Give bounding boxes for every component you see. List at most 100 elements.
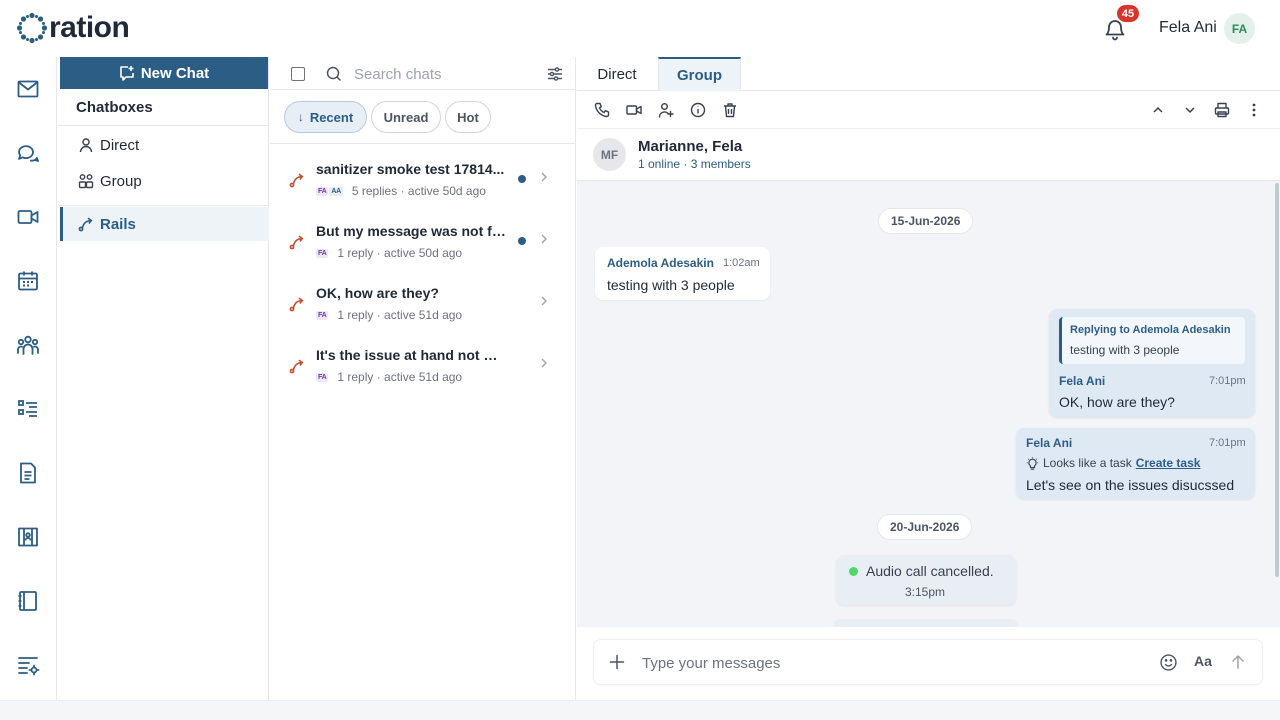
plus-icon[interactable]	[609, 654, 625, 670]
team-icon[interactable]	[16, 333, 40, 357]
format-text-button[interactable]: Aa	[1194, 653, 1212, 669]
create-task-link[interactable]: Create task	[1136, 456, 1201, 470]
thread-title: OK, how are they?	[316, 285, 439, 301]
notification-badge: 45	[1117, 5, 1139, 22]
message-bubble[interactable]: Ademola Adesakin 1:02am testing with 3 p…	[595, 247, 770, 300]
user-avatar[interactable]: FA	[1224, 13, 1255, 44]
thread-meta: FA AA 5 replies · active 50d ago	[316, 184, 486, 198]
bottom-strip	[0, 700, 1280, 720]
rail-icon	[78, 217, 93, 232]
select-all-checkbox[interactable]	[291, 67, 305, 81]
chatbox-item-rails[interactable]: Rails	[60, 207, 269, 241]
search-icon	[326, 66, 342, 82]
message-bubble[interactable]: Fela Ani 7:01pm Looks like a task Create…	[1016, 428, 1255, 499]
message-input[interactable]	[642, 652, 1142, 674]
reply-text: testing with 3 people	[1070, 343, 1180, 357]
thread-meta-text: 1 reply · active 50d ago	[337, 246, 463, 260]
video-icon[interactable]	[16, 205, 40, 229]
date-separator: 20-Jun-2026	[877, 514, 973, 540]
video-icon[interactable]	[626, 102, 642, 118]
thread-meta-text: 1 reply · active 51d ago	[337, 370, 463, 384]
tab-group[interactable]: Group	[658, 57, 741, 91]
filter-sliders-icon[interactable]	[547, 66, 563, 82]
trash-icon[interactable]	[722, 102, 738, 118]
thread-title: But my message was not fo...	[316, 223, 508, 239]
logo-text: ration	[49, 11, 130, 44]
next-message-peek	[834, 619, 1018, 627]
chatbox-item-group[interactable]: Group	[60, 164, 269, 198]
divider	[270, 89, 576, 90]
thread-title: It's the issue at hand not wort...	[316, 347, 508, 363]
new-chat-label: New Chat	[140, 64, 210, 82]
filter-unread[interactable]: Unread	[371, 101, 441, 133]
document-icon[interactable]	[16, 461, 40, 485]
conversation-header: MF Marianne, Fela 1 online · 3 members	[577, 129, 1280, 181]
rail-icon	[289, 359, 304, 374]
print-icon[interactable]	[1214, 102, 1230, 118]
message-text: OK, how are they?	[1059, 394, 1175, 410]
scrollbar[interactable]	[1275, 183, 1279, 577]
filter-label: Recent	[309, 109, 354, 125]
chevron-up-icon[interactable]	[1150, 102, 1166, 118]
conversation-panel: Direct Group MF Marianne, Fela 1 online …	[577, 57, 1280, 700]
contact-card-icon[interactable]	[16, 525, 40, 549]
conversation-tabs: Direct Group	[577, 57, 1280, 91]
message-bubble[interactable]: Replying to Ademola Adesakin testing wit…	[1049, 309, 1255, 417]
new-chat-button[interactable]: New Chat	[60, 57, 268, 89]
phone-icon[interactable]	[594, 102, 610, 118]
filter-label: Hot	[457, 109, 479, 125]
reply-label: Replying to Ademola Adesakin	[1070, 324, 1231, 336]
divider	[58, 125, 269, 126]
message-text: Let's see on the issues disucssed	[1026, 477, 1235, 493]
thread-item[interactable]: OK, how are they? FA 1 reply · active 51…	[270, 281, 576, 343]
message-area[interactable]: 15-Jun-2026 Ademola Adesakin 1:02am test…	[577, 181, 1280, 627]
chevron-down-icon[interactable]	[1182, 102, 1198, 118]
filter-recent[interactable]: ↓ Recent	[284, 101, 367, 133]
call-time: 3:15pm	[905, 585, 946, 599]
conversation-name[interactable]: Marianne, Fela	[638, 138, 742, 155]
notebook-icon[interactable]	[16, 589, 40, 613]
thread-item[interactable]: It's the issue at hand not wort... FA 1 …	[270, 343, 576, 405]
more-vertical-icon[interactable]	[1246, 102, 1262, 118]
task-list-icon[interactable]	[16, 397, 40, 421]
chatbox-item-label: Group	[100, 172, 142, 190]
thread-item[interactable]: sanitizer smoke test 17814... FA AA 5 re…	[270, 157, 576, 219]
rail-icon	[289, 173, 304, 188]
message-sender: Fela Ani	[1059, 374, 1106, 388]
reply-preview[interactable]: Replying to Ademola Adesakin testing wit…	[1059, 317, 1245, 364]
filter-hot[interactable]: Hot	[445, 101, 491, 133]
unread-dot	[518, 175, 526, 183]
tab-direct[interactable]: Direct	[577, 57, 657, 91]
user-name[interactable]: Fela Ani	[1159, 19, 1217, 37]
info-icon[interactable]	[690, 102, 706, 118]
chatbox-item-direct[interactable]: Direct	[60, 128, 269, 162]
message-composer: Aa	[593, 639, 1263, 685]
chevron-right-icon	[541, 296, 547, 306]
emoji-icon[interactable]	[1160, 654, 1177, 671]
send-arrow-icon[interactable]	[1230, 654, 1246, 670]
call-event[interactable]: Audio call cancelled. 3:15pm	[836, 555, 1016, 605]
group-icon	[78, 174, 94, 189]
calendar-icon[interactable]	[16, 269, 40, 293]
thread-meta-text: 5 replies · active 50d ago	[351, 184, 486, 198]
user-icon	[79, 138, 93, 153]
app-logo[interactable]: ration	[16, 10, 130, 46]
thread-meta: FA 1 reply · active 50d ago	[316, 246, 462, 260]
filter-label: Unread	[383, 109, 429, 125]
search-input[interactable]	[354, 63, 534, 85]
call-status-dot	[849, 567, 858, 576]
settings-list-icon[interactable]	[16, 653, 40, 677]
group-avatar[interactable]: MF	[593, 138, 626, 171]
chat-bubbles-icon[interactable]	[16, 141, 40, 165]
add-member-icon[interactable]	[658, 102, 674, 118]
divider	[58, 205, 269, 206]
chatboxes-title: Chatboxes	[76, 99, 153, 116]
chatboxes-panel: New Chat Chatboxes Direct Group Rails	[58, 57, 269, 700]
mail-icon[interactable]	[16, 77, 40, 101]
thread-item[interactable]: But my message was not fo... FA 1 reply …	[270, 219, 576, 281]
message-text: testing with 3 people	[607, 277, 735, 293]
participant-avatar: FA	[316, 372, 329, 382]
top-bar: ration 45 Fela Ani FA	[0, 0, 1280, 57]
message-time: 1:02am	[723, 257, 760, 269]
participant-avatar: FA	[316, 186, 329, 196]
